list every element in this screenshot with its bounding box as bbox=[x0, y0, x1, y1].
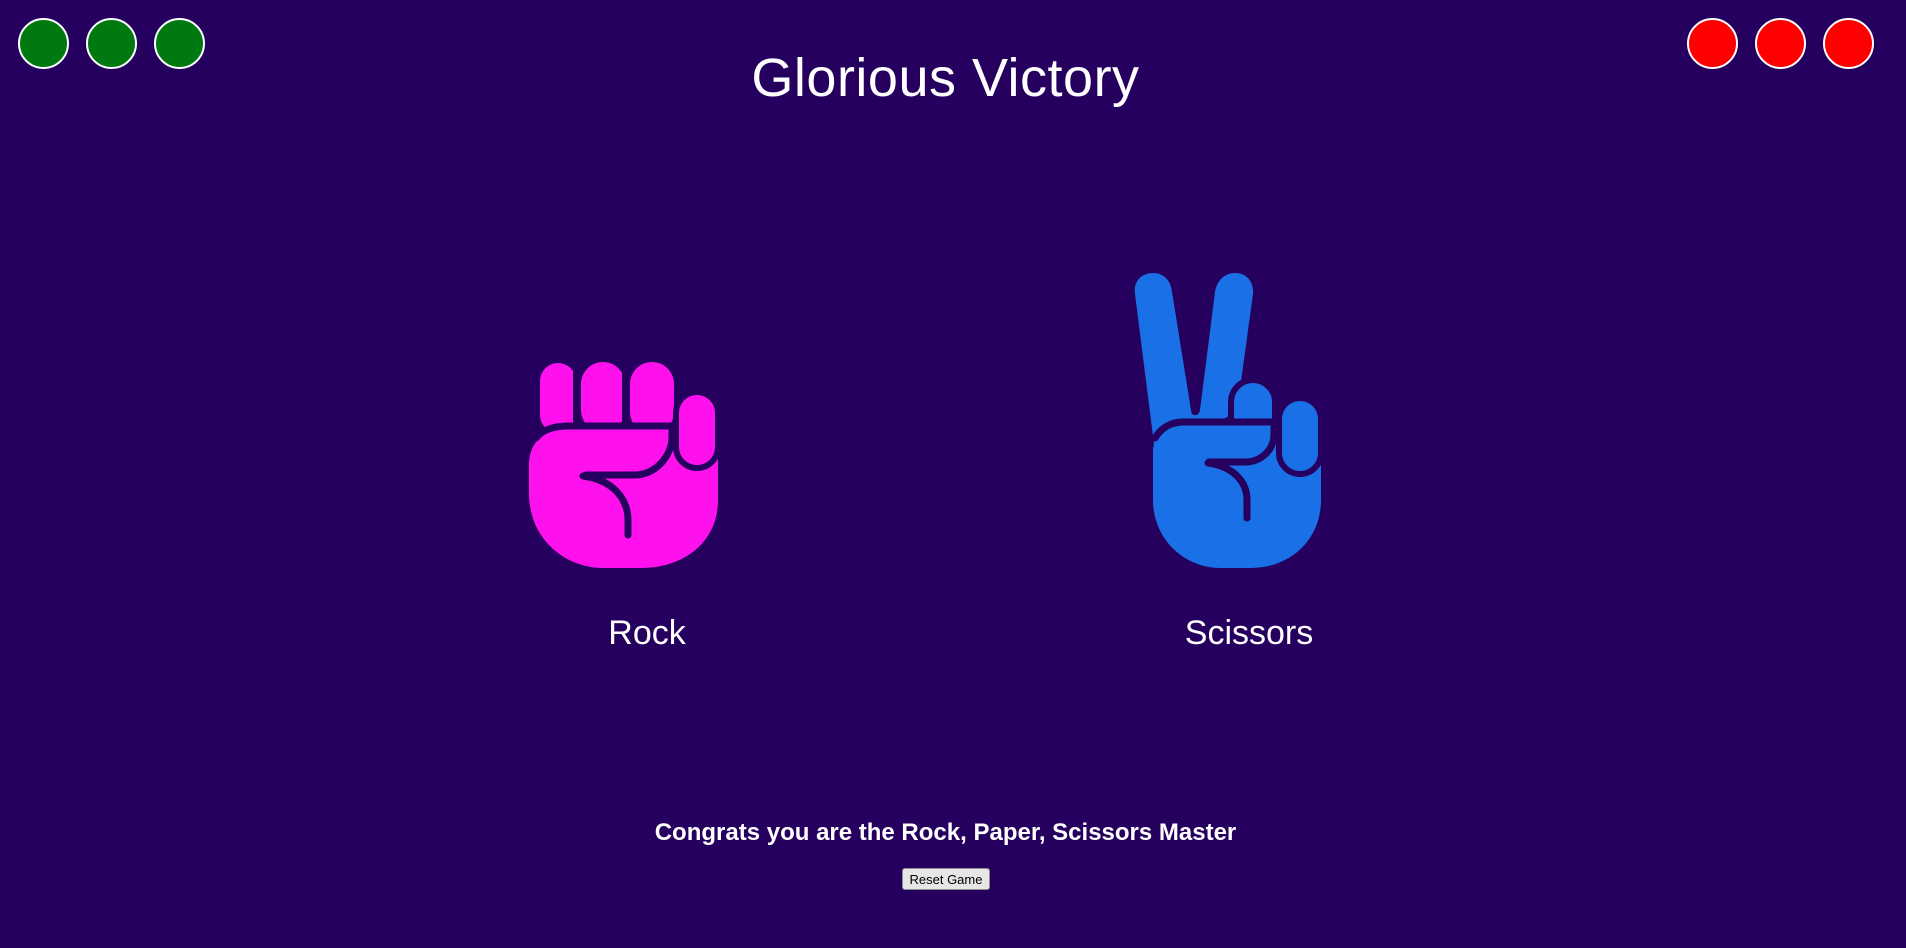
result-title: Glorious Victory bbox=[751, 48, 1140, 108]
rock-fist-icon bbox=[529, 362, 720, 568]
computer-choice-label: Scissors bbox=[1184, 614, 1314, 652]
victory-message: Congrats you are the Rock, Paper, Scisso… bbox=[654, 819, 1237, 846]
scissors-victory-hand-icon bbox=[1134, 273, 1321, 568]
reset-game-button[interactable]: Reset Game bbox=[902, 868, 990, 890]
player-choice-label: Rock bbox=[608, 614, 686, 652]
